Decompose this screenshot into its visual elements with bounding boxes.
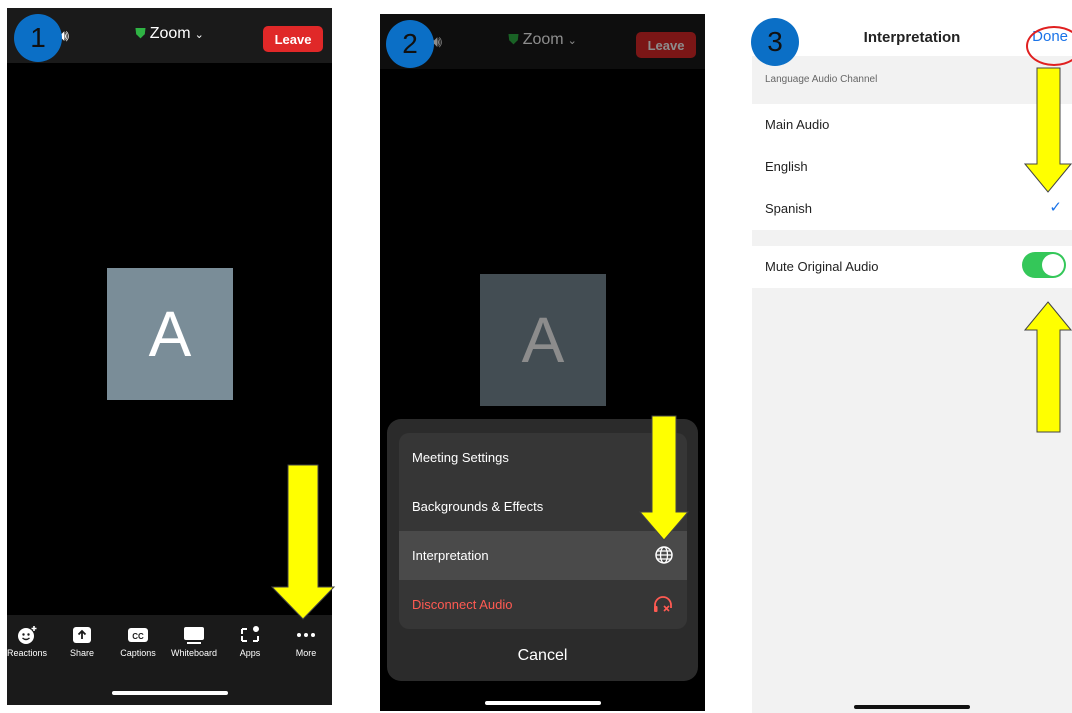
mute-original-audio-row: Mute Original Audio [752,246,1072,288]
home-indicator [854,705,970,709]
language-option-spanish[interactable]: Spanish ✓ [752,188,1072,230]
reactions-button[interactable]: Reactions [7,625,55,658]
checkmark-icon: ✓ [1049,199,1062,216]
apps-icon [241,626,259,642]
arrow-down-icon [638,415,690,541]
shield-icon: ⛊ [135,25,146,41]
page-title: Interpretation [863,29,961,46]
step-badge-3: 3 [751,18,799,66]
arrow-up-icon [1024,301,1072,433]
svg-text:CC: CC [132,632,144,641]
captions-button[interactable]: CC Captions [110,625,166,658]
toggle-knob [1042,254,1064,276]
reactions-icon [18,626,37,644]
cancel-button[interactable]: Cancel [387,631,698,681]
share-icon [73,627,91,643]
whiteboard-icon [184,627,204,644]
arrow-down-icon [1024,67,1072,193]
home-indicator [484,701,601,705]
mute-original-audio-toggle[interactable] [1022,252,1066,278]
share-button[interactable]: Share [54,625,110,658]
step-badge-2: 2 [386,20,434,68]
captions-icon: CC [128,628,148,642]
more-button[interactable]: More [278,625,332,658]
apps-button[interactable]: Apps [222,625,278,658]
meeting-toolbar: Reactions Share CC Captions Whiteboard A… [7,615,332,705]
globe-icon [655,546,673,564]
step-badge-1: 1 [14,14,62,62]
more-icon [297,633,315,637]
mute-setting: Mute Original Audio [752,246,1072,288]
leave-button[interactable]: Leave [263,26,323,52]
home-indicator [111,691,228,695]
menu-item-disconnect-audio[interactable]: Disconnect Audio [399,580,687,629]
nav-header: Interpretation Done [752,14,1072,56]
whiteboard-button[interactable]: Whiteboard [166,625,222,658]
headphones-disconnect-icon [654,596,672,612]
section-header: Language Audio Channel [765,74,878,85]
participant-avatar: A [107,268,233,400]
phone-step-2: 🔊︎ ⛊ Zoom ⌄ Leave A Meeting Settings Backg… [380,14,705,711]
arrow-down-icon [270,464,336,620]
chevron-down-icon: ⌄ [194,29,204,41]
